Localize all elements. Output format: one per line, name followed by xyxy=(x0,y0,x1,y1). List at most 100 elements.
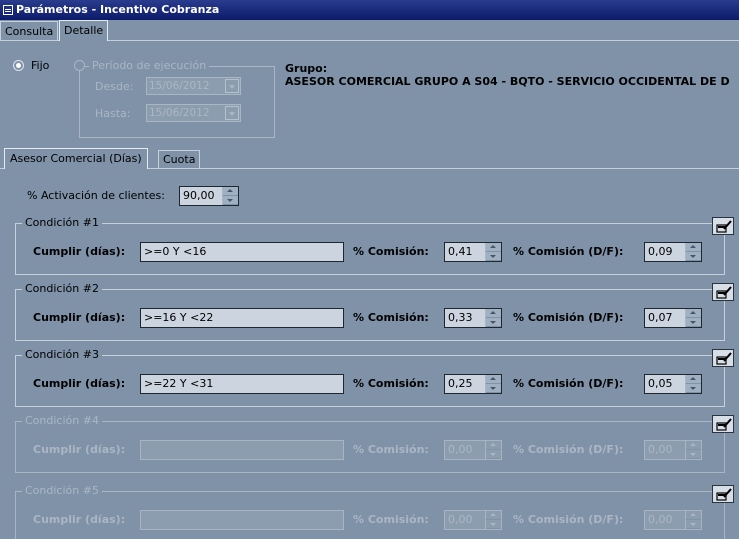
comision-label: % Comisión: xyxy=(353,513,429,526)
spin-buttons[interactable] xyxy=(485,375,501,393)
spin-up-icon[interactable] xyxy=(223,187,238,196)
grupo-value: ASESOR COMERCIAL GRUPO A S04 - BQTO - SE… xyxy=(285,75,730,88)
spin-down-icon[interactable] xyxy=(486,318,501,327)
hasta-value: 15/06/2012 xyxy=(149,107,210,119)
comision-label: % Comisión: xyxy=(353,377,429,390)
cumplir-value: >=0 Y <16 xyxy=(144,245,207,258)
desde-value: 15/06/2012 xyxy=(149,80,210,92)
spin-down-icon[interactable] xyxy=(223,196,238,205)
spin-buttons[interactable] xyxy=(685,441,701,459)
spin-buttons[interactable] xyxy=(485,309,501,327)
spin-down-icon[interactable] xyxy=(686,252,701,261)
edit-condition-button[interactable] xyxy=(712,283,734,301)
hasta-date-field[interactable]: 15/06/2012 xyxy=(146,104,241,122)
desde-date-field[interactable]: 15/06/2012 xyxy=(146,77,241,95)
comision-value: 0,41 xyxy=(448,245,473,258)
tab-cuota[interactable]: Cuota xyxy=(158,150,201,168)
condition-title: Condición #4 xyxy=(22,414,102,427)
spin-down-icon[interactable] xyxy=(686,384,701,393)
spin-down-icon[interactable] xyxy=(686,450,701,459)
spin-down-icon[interactable] xyxy=(486,252,501,261)
comision-label: % Comisión: xyxy=(353,245,429,258)
tab-consulta[interactable]: Consulta xyxy=(0,21,59,40)
spin-down-icon[interactable] xyxy=(486,450,501,459)
spin-buttons[interactable] xyxy=(685,309,701,327)
comision-stepper[interactable]: 0,41 xyxy=(444,242,502,262)
spin-up-icon[interactable] xyxy=(686,511,701,520)
spin-buttons[interactable] xyxy=(685,243,701,261)
comision-df-label: % Comisión (D/F): xyxy=(513,443,624,456)
comision-df-label: % Comisión (D/F): xyxy=(513,245,624,258)
cumplir-label: Cumplir (días): xyxy=(33,443,126,456)
comision-label: % Comisión: xyxy=(353,311,429,324)
spin-up-icon[interactable] xyxy=(686,243,701,252)
hasta-label: Hasta: xyxy=(95,107,131,120)
activacion-label: % Activación de clientes: xyxy=(27,189,165,202)
comision-value: 0,33 xyxy=(448,311,473,324)
comision-stepper[interactable]: 0,25 xyxy=(444,374,502,394)
spin-down-icon[interactable] xyxy=(486,520,501,529)
spin-buttons[interactable] xyxy=(485,243,501,261)
cumplir-input[interactable] xyxy=(140,440,344,460)
window-icon xyxy=(3,5,13,15)
cumplir-input[interactable]: >=16 Y <22 xyxy=(140,308,344,328)
spin-buttons[interactable] xyxy=(685,375,701,393)
comision-df-stepper[interactable]: 0,00 xyxy=(644,510,702,530)
spin-up-icon[interactable] xyxy=(686,309,701,318)
comision-df-value: 0,07 xyxy=(648,311,673,324)
spin-up-icon[interactable] xyxy=(486,243,501,252)
cumplir-label: Cumplir (días): xyxy=(33,311,126,324)
spin-up-icon[interactable] xyxy=(486,309,501,318)
comision-df-stepper[interactable]: 0,05 xyxy=(644,374,702,394)
tab-detalle[interactable]: Detalle xyxy=(59,20,109,41)
condition-title: Condición #2 xyxy=(22,282,102,295)
comision-df-value: 0,00 xyxy=(648,443,673,456)
comision-df-value: 0,09 xyxy=(648,245,673,258)
edit-condition-button[interactable] xyxy=(712,349,734,367)
spin-down-icon[interactable] xyxy=(686,520,701,529)
comision-stepper[interactable]: 0,00 xyxy=(444,510,502,530)
comision-value: 0,00 xyxy=(448,443,473,456)
spin-up-icon[interactable] xyxy=(486,375,501,384)
comision-stepper[interactable]: 0,00 xyxy=(444,440,502,460)
condition-title: Condición #1 xyxy=(22,216,102,229)
cumplir-value: >=16 Y <22 xyxy=(144,311,214,324)
comision-df-label: % Comisión (D/F): xyxy=(513,377,624,390)
comision-df-label: % Comisión (D/F): xyxy=(513,311,624,324)
chevron-down-icon[interactable] xyxy=(225,106,239,120)
cumplir-input[interactable]: >=22 Y <31 xyxy=(140,374,344,394)
window-titlebar: Parámetros - Incentivo Cobranza xyxy=(0,0,739,20)
spin-up-icon[interactable] xyxy=(486,511,501,520)
spin-up-icon[interactable] xyxy=(686,375,701,384)
cumplir-input[interactable]: >=0 Y <16 xyxy=(140,242,344,262)
comision-stepper[interactable]: 0,33 xyxy=(444,308,502,328)
comision-value: 0,25 xyxy=(448,377,473,390)
fijo-radio[interactable] xyxy=(13,60,24,71)
cumplir-value: >=22 Y <31 xyxy=(144,377,214,390)
edit-condition-button[interactable] xyxy=(712,485,734,503)
chevron-down-icon[interactable] xyxy=(225,79,239,93)
spin-up-icon[interactable] xyxy=(686,441,701,450)
edit-condition-button[interactable] xyxy=(712,415,734,433)
comision-df-stepper[interactable]: 0,09 xyxy=(644,242,702,262)
spin-down-icon[interactable] xyxy=(486,384,501,393)
activacion-stepper[interactable]: 90,00 xyxy=(179,186,239,206)
tab-asesor-comercial[interactable]: Asesor Comercial (Días) xyxy=(4,148,148,169)
grupo-label: Grupo: xyxy=(285,62,328,75)
spin-buttons[interactable] xyxy=(222,187,238,205)
comision-df-stepper[interactable]: 0,00 xyxy=(644,440,702,460)
spin-buttons[interactable] xyxy=(485,441,501,459)
periodo-label: Período de ejecución xyxy=(89,59,210,72)
cumplir-input[interactable] xyxy=(140,510,344,530)
comision-value: 0,00 xyxy=(448,513,473,526)
cumplir-label: Cumplir (días): xyxy=(33,377,126,390)
spin-up-icon[interactable] xyxy=(486,441,501,450)
periodo-radio[interactable] xyxy=(74,60,85,71)
cumplir-label: Cumplir (días): xyxy=(33,245,126,258)
comision-df-stepper[interactable]: 0,07 xyxy=(644,308,702,328)
edit-condition-button[interactable] xyxy=(712,217,734,235)
spin-down-icon[interactable] xyxy=(686,318,701,327)
desde-label: Desde: xyxy=(95,80,134,93)
spin-buttons[interactable] xyxy=(685,511,701,529)
spin-buttons[interactable] xyxy=(485,511,501,529)
